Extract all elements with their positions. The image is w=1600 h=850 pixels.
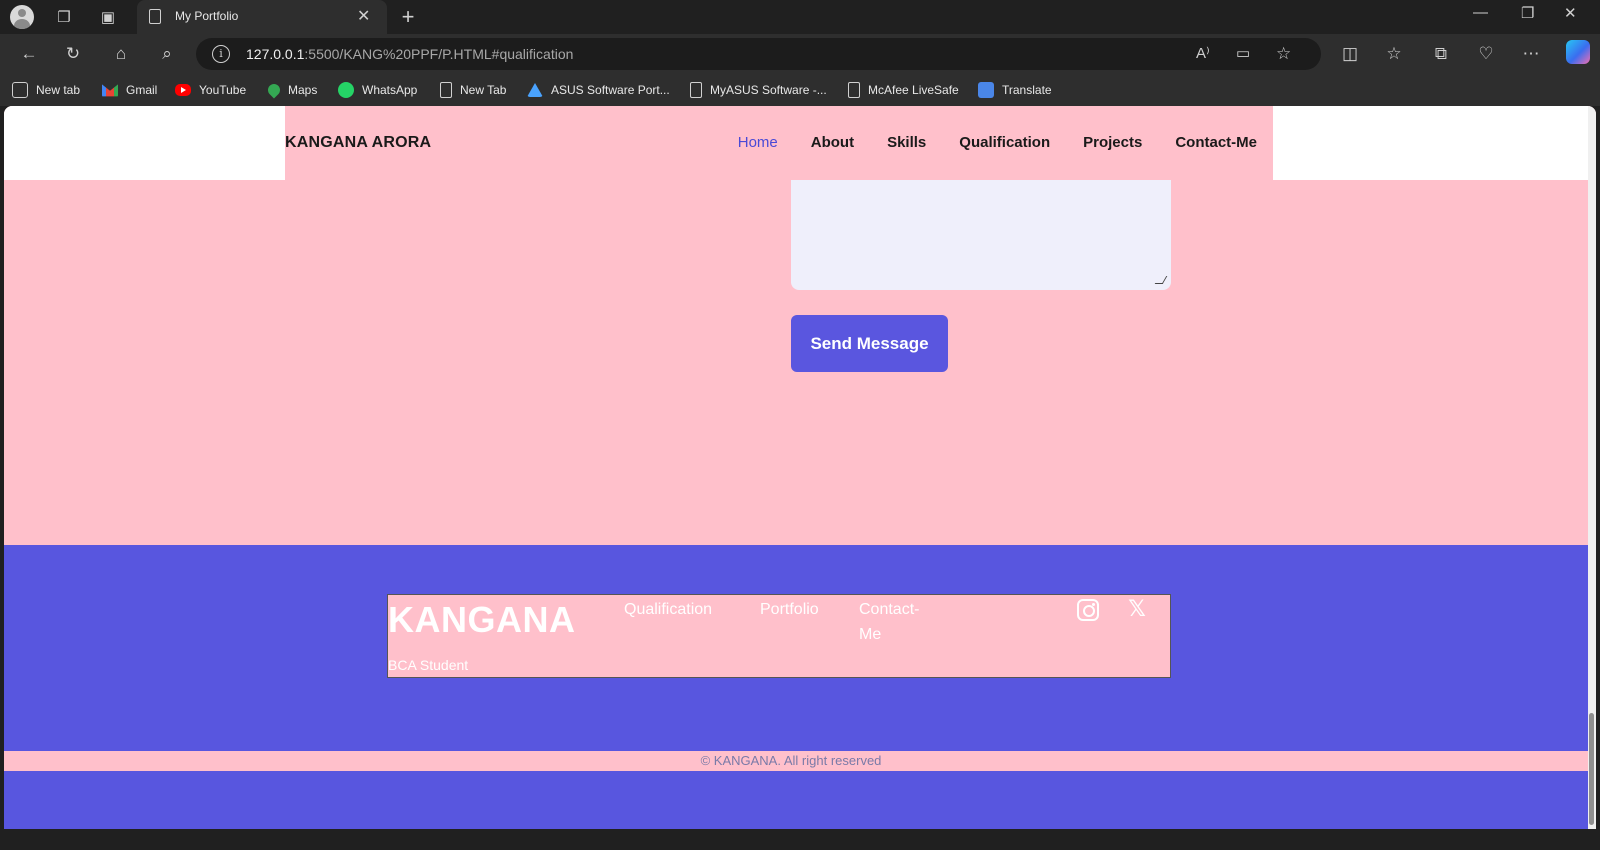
refresh-icon[interactable]: ↻: [60, 41, 86, 67]
bookmark-mcafee[interactable]: McAfee LiveSafe: [848, 81, 959, 99]
nav-contact-me[interactable]: Contact-Me: [1175, 134, 1257, 151]
bookmark-whatsapp[interactable]: WhatsApp: [338, 81, 417, 99]
url-text[interactable]: 127.0.0.1:5500/KANG%20PPF/P.HTML#qualifi…: [246, 46, 573, 62]
site-brand[interactable]: KANGANA ARORA: [285, 134, 431, 152]
message-textarea[interactable]: [791, 180, 1171, 290]
nav-home[interactable]: Home: [738, 134, 778, 151]
back-icon[interactable]: ←: [16, 41, 42, 67]
document-icon: [440, 82, 452, 98]
bookmarks-bar: New tab Gmail YouTube Maps WhatsApp New …: [0, 74, 1600, 106]
search-icon[interactable]: ⌕: [154, 41, 180, 67]
home-icon[interactable]: ⌂: [108, 41, 134, 67]
footer-link-contact-me-wrap[interactable]: Me: [859, 622, 881, 647]
bookmark-new-tab[interactable]: New tab: [12, 81, 80, 99]
site-footer: KANGANA BCA Student Qualification Portfo…: [4, 545, 1588, 829]
main-nav: Home About Skills Qualification Projects…: [738, 134, 1257, 151]
whatsapp-icon: [338, 82, 354, 98]
page-scrollbar[interactable]: [1588, 106, 1596, 829]
read-aloud-icon[interactable]: A⁾: [1196, 44, 1210, 62]
bookmark-maps[interactable]: Maps: [265, 81, 317, 99]
newtab-icon: [12, 82, 28, 98]
send-message-button[interactable]: Send Message: [791, 315, 948, 372]
resize-handle-icon[interactable]: [1154, 276, 1168, 284]
page-viewport: KANGANA ARORA Home About Skills Qualific…: [4, 106, 1596, 829]
document-icon: [690, 82, 702, 98]
collections-icon[interactable]: ⧉: [1428, 41, 1454, 67]
gmail-icon: [102, 84, 118, 97]
header-container: KANGANA ARORA Home About Skills Qualific…: [285, 106, 1273, 180]
footer-link-contact-me[interactable]: Contact-: [859, 597, 919, 622]
nav-about[interactable]: About: [811, 134, 854, 151]
copyright-bar: © KANGANA. All right reserved: [4, 751, 1588, 771]
favorite-star-icon[interactable]: ☆: [1276, 44, 1291, 64]
settings-more-icon[interactable]: ⋯: [1518, 41, 1544, 67]
document-icon: [848, 82, 860, 98]
favorites-icon[interactable]: ☆: [1381, 41, 1407, 67]
nav-skills[interactable]: Skills: [887, 134, 926, 151]
copilot-icon[interactable]: [1566, 40, 1590, 64]
active-tab[interactable]: My Portfolio ✕: [137, 0, 387, 34]
footer-title: KANGANA: [388, 599, 576, 640]
footer-content: KANGANA BCA Student Qualification Portfo…: [387, 594, 1171, 678]
split-screen-icon[interactable]: ◫: [1337, 41, 1363, 67]
close-tab-icon[interactable]: ✕: [357, 6, 370, 26]
youtube-icon: [175, 84, 191, 96]
profile-avatar[interactable]: [10, 5, 34, 29]
scrollbar-thumb[interactable]: [1589, 713, 1594, 825]
browser-toolbar: ← ↻ ⌂ ⌕ i 127.0.0.1:5500/KANG%20PPF/P.HT…: [0, 34, 1600, 74]
footer-link-qualification[interactable]: Qualification: [624, 597, 712, 622]
nav-projects[interactable]: Projects: [1083, 134, 1142, 151]
bookmark-translate[interactable]: Translate: [978, 81, 1052, 99]
browser-essentials-icon[interactable]: ♡: [1473, 41, 1499, 67]
site-info-icon[interactable]: i: [212, 45, 230, 63]
bookmark-youtube[interactable]: YouTube: [175, 81, 246, 99]
instagram-icon[interactable]: [1077, 599, 1099, 621]
nav-qualification[interactable]: Qualification: [959, 134, 1050, 151]
asus-icon: [527, 83, 543, 97]
bookmark-gmail[interactable]: Gmail: [102, 81, 157, 99]
vertical-tabs-icon[interactable]: ▣: [96, 5, 120, 29]
tab-title: My Portfolio: [175, 9, 239, 23]
bookmark-myasus[interactable]: MyASUS Software -...: [690, 81, 827, 99]
workspaces-icon[interactable]: ❐: [52, 5, 76, 29]
x-icon[interactable]: 𝕏: [1126, 599, 1148, 621]
new-tab-icon[interactable]: +: [396, 5, 420, 29]
maps-icon: [265, 81, 283, 99]
restore-icon[interactable]: ❐: [1521, 4, 1534, 22]
bookmark-asus-software[interactable]: ASUS Software Port...: [527, 81, 670, 99]
browser-tab-bar: ❐ ▣ My Portfolio ✕ + — ❐ ✕: [0, 0, 1600, 34]
translate-icon: [978, 82, 994, 98]
minimize-icon[interactable]: —: [1473, 4, 1488, 21]
site-header: KANGANA ARORA Home About Skills Qualific…: [4, 106, 1588, 180]
address-bar[interactable]: i 127.0.0.1:5500/KANG%20PPF/P.HTML#quali…: [196, 38, 1321, 70]
copyright-text: © KANGANA. All right reserved: [700, 753, 882, 768]
immersive-reader-icon[interactable]: ▭: [1236, 44, 1250, 62]
footer-subtitle: BCA Student: [388, 657, 469, 673]
close-window-icon[interactable]: ✕: [1564, 4, 1577, 22]
bookmark-new-tab-2[interactable]: New Tab: [440, 81, 506, 99]
footer-link-portfolio[interactable]: Portfolio: [760, 597, 819, 622]
page-icon: [149, 9, 161, 24]
